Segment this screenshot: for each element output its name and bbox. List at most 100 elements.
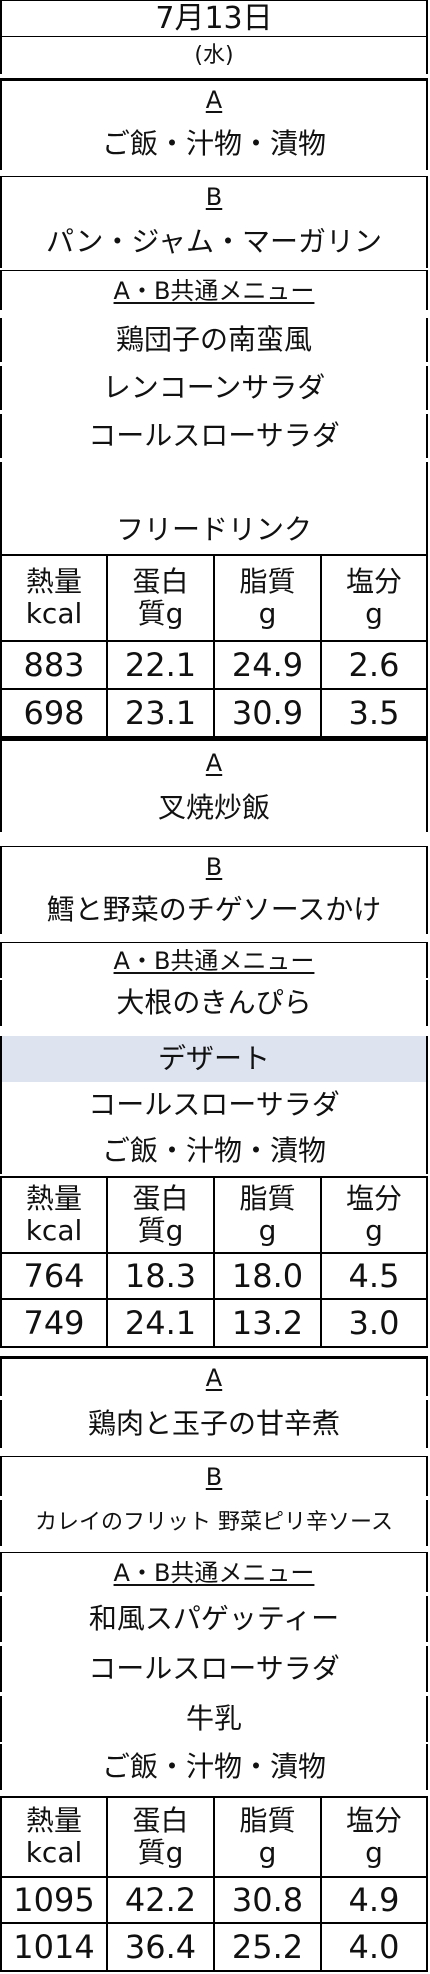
a-menu-item: 鶏肉と玉子の甘辛煮	[87, 1407, 340, 1440]
common-label-cell: A・B共通メニュー	[0, 270, 428, 310]
common-item: ご飯・汁物・漬物	[0, 1128, 428, 1174]
nutrition-value: 3.0	[322, 1298, 426, 1346]
nutrition-header-energy: 熱量 kcal	[2, 554, 108, 640]
header-text: 熱量 kcal	[25, 564, 83, 630]
header-line: 質g	[137, 1214, 184, 1247]
nutrition-header-fat: 脂質 g	[215, 1176, 322, 1252]
b-label: B	[205, 852, 223, 881]
nutrition-value: 3.5	[322, 688, 426, 736]
header-line: 蛋白	[132, 1803, 189, 1837]
nutrition-value: 18.0	[215, 1252, 322, 1298]
header-text: 脂質 g	[239, 564, 296, 630]
weekday-cell: (水)	[0, 36, 428, 74]
header-line: 塩分	[345, 564, 402, 598]
common-label: A・B共通メニュー	[113, 1558, 315, 1587]
common-item-blank	[0, 462, 428, 506]
b-menu-item: 鱈と野菜のチゲソースかけ	[46, 893, 382, 926]
header-line: 脂質	[239, 1803, 296, 1837]
nutrition-value: 24.9	[215, 640, 322, 688]
header-text: 蛋白 質g	[132, 1182, 188, 1247]
nutrition-value: 1095	[2, 1876, 108, 1922]
header-line: g	[258, 1214, 277, 1247]
b-menu-cell: パン・ジャム・マーガリン	[0, 216, 428, 268]
nutrition-value: 4.0	[322, 1922, 426, 1970]
nutrition-value: 4.5	[322, 1252, 426, 1298]
common-item-text: 和風スパゲッティー	[88, 1602, 340, 1635]
nutrition-value: 883	[2, 640, 108, 688]
nutrition-value: 2.6	[322, 640, 426, 688]
a-label-cell: A	[0, 738, 428, 784]
header-text: 蛋白 質g	[132, 564, 189, 630]
nutrition-header-protein: 蛋白 質g	[108, 554, 215, 640]
b-label: B	[205, 182, 223, 211]
nutrition-header-protein: 蛋白 質g	[108, 1176, 215, 1252]
nutrition-header-fat: 脂質 g	[215, 554, 322, 640]
nutrition-table: 熱量 kcal 蛋白 質g 脂質 g 塩分 g 883 22.1 24.9 2.6 69…	[0, 554, 428, 738]
b-label: B	[205, 1462, 223, 1491]
header-line: g	[365, 597, 383, 630]
nutrition-value: 764	[2, 1252, 108, 1298]
header-line: g	[258, 597, 277, 630]
b-menu-cell: カレイのフリット 野菜ピリ辛ソース	[0, 1500, 428, 1546]
nutrition-table: 熱量 kcal 蛋白 質g 脂質 g 塩分 g 1095 42.2 30.8 4.9 1…	[0, 1796, 428, 1972]
common-item: コールスローサラダ	[0, 1646, 428, 1692]
header-text: 塩分 g	[345, 564, 402, 630]
date-cell: 7月13日	[0, 0, 428, 36]
a-label: A	[205, 748, 223, 777]
nutrition-value: 13.2	[215, 1298, 322, 1346]
header-text: 脂質 g	[239, 1181, 296, 1247]
header-text: 脂質 g	[239, 1803, 296, 1869]
nutrition-value: 25.2	[215, 1922, 322, 1970]
a-label-cell: A	[0, 1356, 428, 1396]
common-label-cell: A・B共通メニュー	[0, 1552, 428, 1592]
common-label-cell: A・B共通メニュー	[0, 942, 428, 978]
common-item: レンコーンサラダ	[0, 366, 428, 410]
nutrition-value: 30.8	[215, 1876, 322, 1922]
common-item-text: コールスローサラダ	[88, 419, 340, 452]
b-label-cell: B	[0, 176, 428, 216]
header-line: 塩分	[345, 1803, 402, 1837]
a-menu-cell: 叉焼炒飯	[0, 784, 428, 832]
header-text: 熱量 kcal	[25, 1803, 83, 1869]
common-item-text: レンコーンサラダ	[102, 371, 326, 404]
a-menu-item: 叉焼炒飯	[157, 791, 270, 824]
common-item-text: フリードリンク	[115, 513, 312, 546]
common-item-highlighted: デザート	[0, 1036, 428, 1082]
menu-sheet: 7月13日 (水) A ご飯・汁物・漬物 B パン・ジャム・マーガリン A・B共…	[0, 0, 430, 1974]
header-line: 熱量	[25, 564, 82, 598]
nutrition-value: 30.9	[215, 688, 322, 736]
header-line: 脂質	[239, 1181, 296, 1215]
common-item-text: 鶏団子の南蛮風	[115, 323, 312, 356]
header-line: 熱量	[25, 1803, 82, 1837]
header-line: g	[365, 1836, 383, 1869]
header-line: 質g	[137, 597, 184, 630]
nutrition-table: 熱量 kcal 蛋白 質g 脂質 g 塩分 g 764 18.3 18.0 4.5 74…	[0, 1176, 428, 1348]
weekday-text: (水)	[194, 42, 234, 68]
header-text: 塩分 g	[345, 1803, 402, 1869]
common-item: コールスローサラダ	[0, 1082, 428, 1128]
a-label-cell: A	[0, 78, 428, 118]
nutrition-header-energy: 熱量 kcal	[2, 1176, 108, 1252]
header-line: 熱量	[25, 1181, 82, 1215]
nutrition-header-salt: 塩分 g	[322, 1176, 426, 1252]
common-label: A・B共通メニュー	[113, 276, 315, 305]
header-line: 蛋白	[132, 564, 189, 598]
b-menu-cell: 鱈と野菜のチゲソースかけ	[0, 886, 428, 934]
header-line: 脂質	[239, 564, 296, 598]
header-line: g	[365, 1214, 383, 1247]
header-line: kcal	[25, 597, 83, 630]
nutrition-value: 1014	[2, 1922, 108, 1970]
header-text: 蛋白 質g	[132, 1803, 189, 1869]
header-line: kcal	[25, 1836, 83, 1869]
common-item: 鶏団子の南蛮風	[0, 318, 428, 362]
b-menu-item: カレイのフリット 野菜ピリ辛ソース	[35, 1510, 393, 1535]
header-line: 質g	[137, 1836, 184, 1869]
nutrition-value: 42.2	[108, 1876, 215, 1922]
common-item: 大根のきんぴら	[0, 980, 428, 1026]
date-text: 7月13日	[155, 0, 273, 36]
header-text: 熱量 kcal	[25, 1181, 83, 1247]
nutrition-value: 4.9	[322, 1876, 426, 1922]
b-menu-item: パン・ジャム・マーガリン	[45, 225, 382, 258]
header-line: g	[258, 1836, 277, 1869]
common-item-text: 大根のきんぴら	[116, 986, 312, 1019]
